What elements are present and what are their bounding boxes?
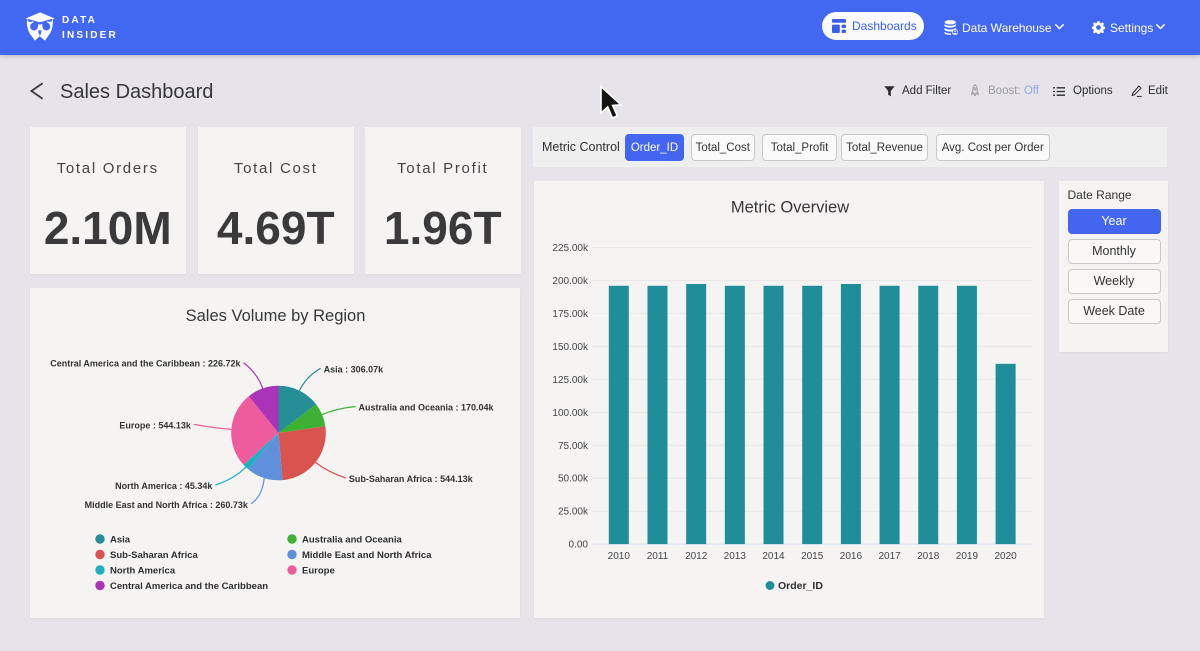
- svg-text:2017: 2017: [878, 551, 901, 562]
- svg-text:150.00k: 150.00k: [552, 342, 589, 353]
- svg-text:2012: 2012: [685, 551, 708, 562]
- svg-text:North America : 45.34k: North America : 45.34k: [115, 481, 213, 491]
- svg-text:2020: 2020: [994, 551, 1017, 562]
- svg-text:2014: 2014: [762, 551, 785, 562]
- svg-text:Central America and the Caribb: Central America and the Caribbean: [110, 581, 268, 592]
- svg-text:75.00k: 75.00k: [558, 441, 589, 452]
- svg-text:175.00k: 175.00k: [552, 309, 589, 320]
- svg-text:Sub-Saharan Africa : 544.13k: Sub-Saharan Africa : 544.13k: [349, 474, 474, 484]
- svg-text:2011: 2011: [647, 551, 669, 562]
- svg-text:Middle East and North Africa: Middle East and North Africa: [302, 550, 432, 561]
- svg-text:Metric Overview: Metric Overview: [731, 199, 849, 217]
- svg-text:Sales Volume by Region: Sales Volume by Region: [186, 307, 366, 325]
- svg-text:2019: 2019: [956, 551, 979, 562]
- svg-text:Middle East and North Africa :: Middle East and North Africa : 260.73k: [85, 500, 249, 510]
- svg-text:50.00k: 50.00k: [558, 474, 589, 485]
- svg-text:0.00: 0.00: [569, 540, 589, 551]
- svg-text:25.00k: 25.00k: [558, 507, 589, 518]
- svg-text:125.00k: 125.00k: [552, 375, 589, 386]
- svg-text:Sub-Saharan Africa: Sub-Saharan Africa: [110, 550, 199, 561]
- svg-text:2018: 2018: [917, 551, 940, 562]
- svg-text:2010: 2010: [608, 551, 631, 562]
- svg-text:North America: North America: [110, 566, 176, 577]
- svg-text:Asia: Asia: [110, 535, 131, 546]
- svg-text:2015: 2015: [801, 551, 824, 562]
- svg-text:2016: 2016: [840, 551, 863, 562]
- svg-text:Europe : 544.13k: Europe : 544.13k: [119, 420, 192, 430]
- svg-text:Central America and the Caribb: Central America and the Caribbean : 226.…: [50, 359, 241, 369]
- svg-text:225.00k: 225.00k: [552, 243, 589, 254]
- svg-text:100.00k: 100.00k: [552, 408, 589, 419]
- svg-text:200.00k: 200.00k: [552, 276, 589, 287]
- svg-text:Asia : 306.07k: Asia : 306.07k: [324, 364, 385, 374]
- svg-text:Australia and Oceania : 170.04: Australia and Oceania : 170.04k: [359, 403, 495, 413]
- svg-text:Australia and Oceania: Australia and Oceania: [302, 535, 403, 546]
- svg-text:Order_ID: Order_ID: [778, 580, 823, 592]
- svg-text:2013: 2013: [724, 551, 747, 562]
- svg-text:Europe: Europe: [302, 566, 335, 577]
